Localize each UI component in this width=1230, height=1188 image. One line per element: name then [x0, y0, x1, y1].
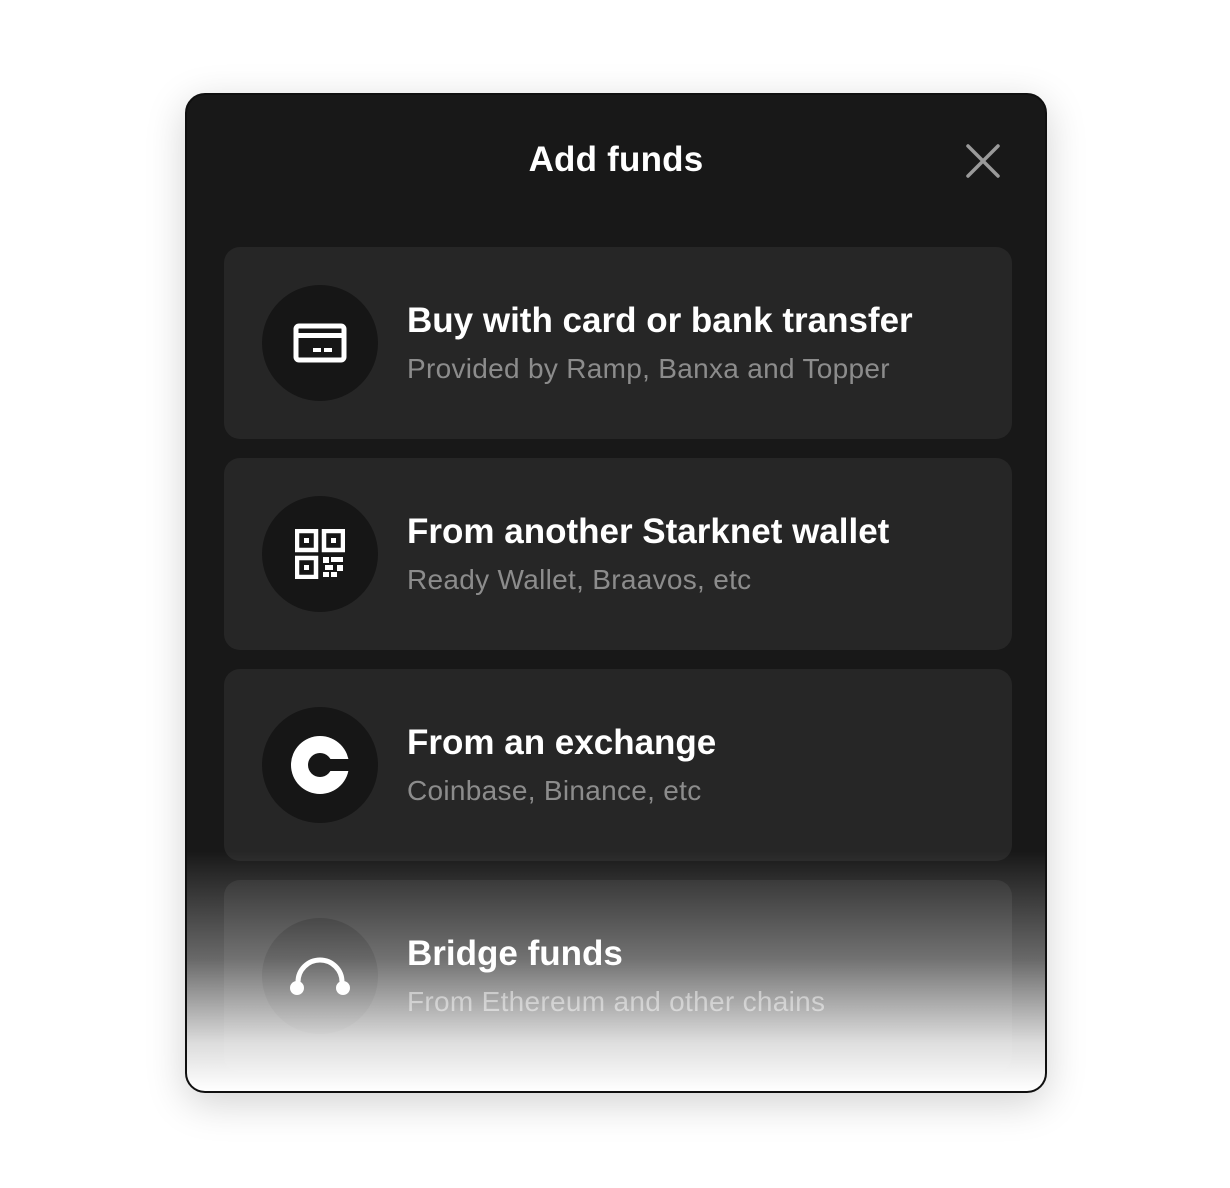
icon-circle: [262, 285, 378, 401]
bridge-icon: [290, 957, 350, 995]
close-button[interactable]: [963, 141, 1003, 181]
option-starknet-wallet[interactable]: From another Starknet wallet Ready Walle…: [224, 458, 1012, 650]
option-subtitle: Ready Wallet, Braavos, etc: [407, 564, 752, 595]
option-bridge-funds[interactable]: Bridge funds From Ethereum and other cha…: [224, 880, 1012, 1072]
option-title: Bridge funds: [407, 934, 623, 973]
option-title: From another Starknet wallet: [407, 512, 890, 551]
option-subtitle: From Ethereum and other chains: [407, 986, 826, 1017]
qr-code-icon: [295, 529, 345, 579]
option-subtitle: Coinbase, Binance, etc: [407, 775, 702, 806]
option-subtitle: Provided by Ramp, Banxa and Topper: [407, 353, 890, 384]
credit-card-icon: [293, 323, 347, 363]
icon-circle: [262, 918, 378, 1034]
page: Add funds Buy with card or bank transfer…: [0, 0, 1230, 1188]
modal-title: Add funds: [528, 140, 704, 179]
icon-circle: [262, 707, 378, 823]
option-buy-with-card[interactable]: Buy with card or bank transfer Provided …: [224, 247, 1012, 439]
option-title: From an exchange: [407, 723, 717, 762]
icon-circle: [262, 496, 378, 612]
add-funds-modal: Add funds Buy with card or bank transfer…: [185, 93, 1047, 1093]
coinbase-icon: [291, 736, 350, 794]
option-exchange[interactable]: From an exchange Coinbase, Binance, etc: [224, 669, 1012, 861]
close-icon: [966, 144, 1000, 178]
option-title: Buy with card or bank transfer: [407, 301, 913, 340]
